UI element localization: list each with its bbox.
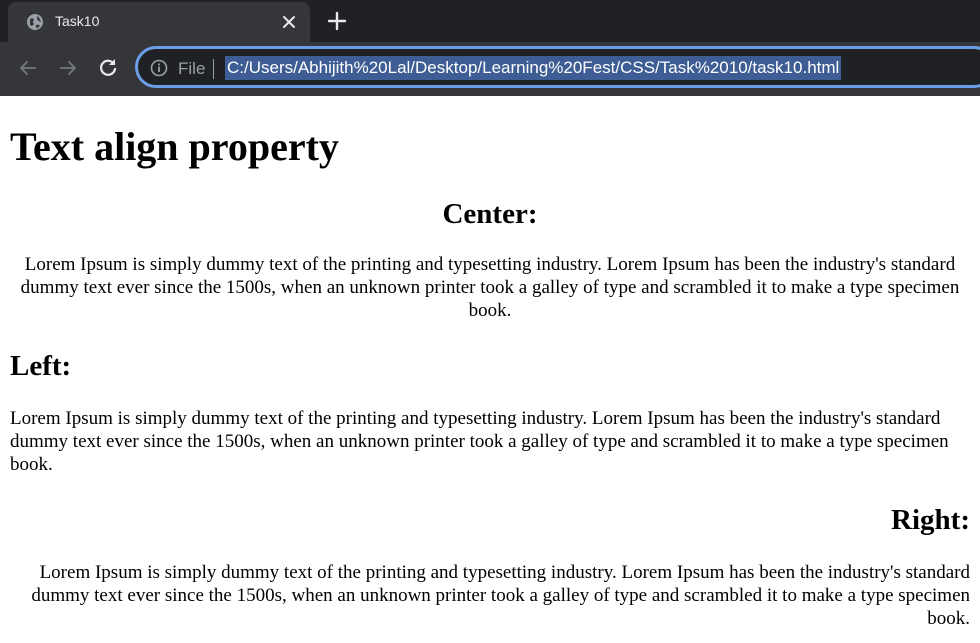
page-content: Text align property Center: Lorem Ipsum … [0, 96, 980, 630]
address-separator [213, 59, 214, 79]
globe-icon [27, 14, 43, 30]
file-label: File [178, 59, 206, 78]
right-paragraph: Lorem Ipsum is simply dummy text of the … [31, 562, 970, 629]
tab-strip: Task10 [0, 0, 980, 42]
left-paragraph: Lorem Ipsum is simply dummy text of the … [10, 408, 949, 475]
center-paragraph: Lorem Ipsum is simply dummy text of the … [20, 254, 960, 321]
info-icon[interactable] [150, 59, 168, 77]
toolbar: File C:/Users/Abhijith%20Lal/Desktop/Lea… [0, 42, 980, 96]
forward-arrow-icon[interactable] [56, 56, 80, 80]
back-arrow-icon[interactable] [16, 56, 40, 80]
close-icon[interactable] [280, 13, 298, 31]
browser-chrome: Task10 File C:/Users/Abhijith%20Lal/Desk… [0, 0, 980, 96]
address-bar[interactable]: File C:/Users/Abhijith%20Lal/Desktop/Lea… [135, 46, 980, 88]
left-heading: Left: [10, 350, 72, 382]
right-heading: Right: [891, 504, 970, 536]
tab-task10[interactable]: Task10 [8, 2, 310, 42]
center-heading: Center: [442, 198, 538, 230]
url-text[interactable]: C:/Users/Abhijith%20Lal/Desktop/Learning… [225, 56, 842, 80]
reload-icon[interactable] [96, 56, 120, 80]
page-title: Text align property [10, 124, 339, 169]
new-tab-icon[interactable] [326, 10, 348, 32]
tab-title: Task10 [55, 13, 100, 29]
